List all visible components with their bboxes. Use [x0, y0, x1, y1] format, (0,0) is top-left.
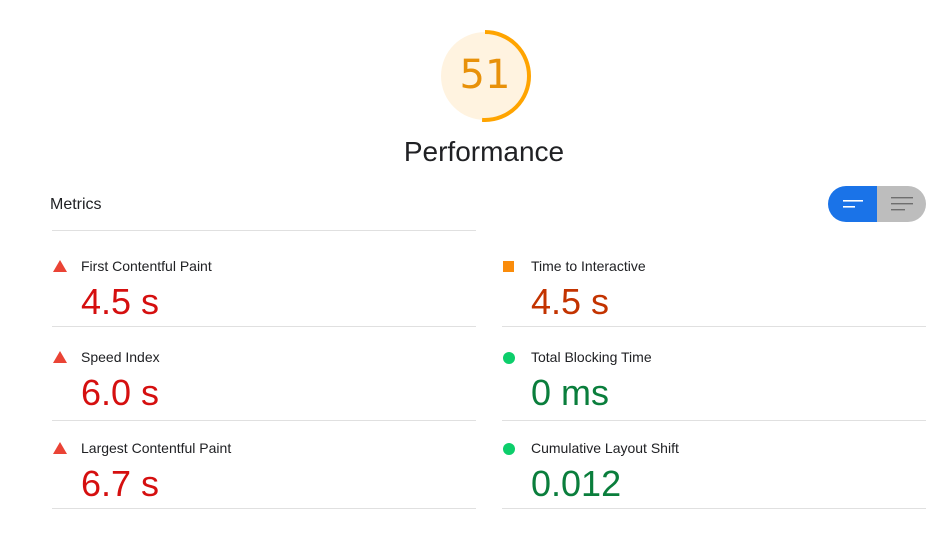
- metric-speed-index: Speed Index 6.0 s: [53, 345, 477, 437]
- compact-view-button[interactable]: [828, 186, 877, 222]
- pass-circle-icon: [503, 351, 519, 365]
- metric-value: 6.0 s: [81, 372, 160, 413]
- fail-triangle-icon: [53, 260, 69, 274]
- fail-triangle-icon: [53, 442, 69, 456]
- category-title: Performance: [403, 136, 565, 167]
- pass-circle-icon: [503, 442, 519, 456]
- metric-label: Cumulative Layout Shift: [531, 440, 679, 456]
- metric-label: Time to Interactive: [531, 258, 646, 274]
- fail-triangle-icon: [53, 351, 69, 365]
- compact-view-icon: [842, 200, 863, 208]
- metric-first-contentful-paint: First Contentful Paint 4.5 s: [53, 254, 477, 346]
- metric-label: First Contentful Paint: [81, 258, 212, 274]
- metric-value: 6.7 s: [81, 463, 160, 504]
- metric-value: 4.5 s: [81, 281, 160, 322]
- metrics-top-divider: [52, 230, 476, 231]
- metric-view-toggle[interactable]: [828, 186, 926, 222]
- metric-value: 0.012: [531, 463, 622, 504]
- expanded-view-icon: [890, 197, 913, 211]
- metric-value: 0 ms: [531, 372, 610, 413]
- average-square-icon: [503, 260, 519, 274]
- metric-value: 4.5 s: [531, 281, 610, 322]
- metric-time-to-interactive: Time to Interactive 4.5 s: [503, 254, 927, 346]
- metric-total-blocking-time: Total Blocking Time 0 ms: [503, 345, 927, 437]
- expanded-view-button[interactable]: [877, 186, 926, 222]
- score-value: 51: [459, 52, 511, 98]
- metric-label: Largest Contentful Paint: [81, 440, 232, 456]
- metric-cumulative-layout-shift: Cumulative Layout Shift 0.012: [503, 436, 927, 528]
- metric-label: Total Blocking Time: [531, 349, 652, 365]
- metric-label: Speed Index: [81, 349, 160, 365]
- performance-score-gauge: 51: [437, 28, 533, 124]
- metric-largest-contentful-paint: Largest Contentful Paint 6.7 s: [53, 436, 477, 528]
- metrics-heading: Metrics: [50, 196, 102, 213]
